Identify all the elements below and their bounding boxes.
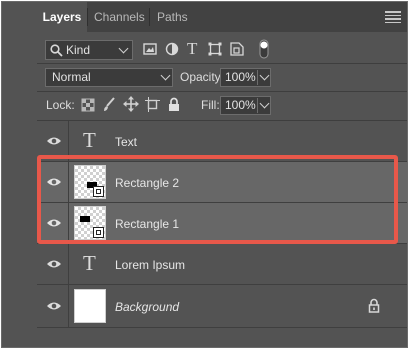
layer-name: Rectangle 1 — [115, 217, 180, 231]
type-filter-icon[interactable]: T — [187, 39, 197, 59]
lock-icon[interactable] — [368, 298, 380, 313]
tab-divider — [149, 8, 150, 26]
panel-tab-bar: Layers Channels Paths — [37, 2, 407, 32]
layer-name: Text — [115, 135, 138, 149]
layer-row-text[interactable]: T Text — [37, 121, 407, 162]
visibility-eye-icon[interactable] — [46, 136, 62, 146]
panel-empty-area — [37, 328, 407, 347]
layer-row-rectangle-2[interactable]: Rectangle 2 — [37, 162, 407, 203]
smart-object-filter-icon[interactable] — [230, 42, 244, 56]
text-layer-icon: T — [83, 128, 96, 152]
visibility-eye-icon[interactable] — [46, 218, 62, 228]
adjustment-filter-icon[interactable] — [165, 42, 179, 56]
image-filter-icon[interactable] — [143, 42, 157, 56]
thumbnail-shape — [80, 216, 90, 222]
filter-toggle-icon[interactable] — [259, 39, 269, 59]
layers-panel: Layers Channels Paths Kind T Normal Opac… — [37, 2, 407, 347]
blend-mode-value: Normal — [52, 70, 91, 84]
visibility-eye-icon[interactable] — [46, 177, 62, 187]
fill-value: 100% — [225, 98, 256, 112]
smart-object-icon — [93, 186, 104, 197]
search-icon — [50, 44, 63, 57]
layer-thumbnail — [74, 165, 106, 199]
layer-row-background[interactable]: Background — [37, 285, 407, 328]
layer-name: Lorem Ipsum — [115, 258, 186, 272]
visibility-eye-icon[interactable] — [46, 301, 62, 311]
eye-column-divider — [68, 203, 69, 243]
divider — [37, 91, 407, 92]
blend-mode-dropdown[interactable]: Normal — [45, 68, 173, 87]
chevron-down-icon — [160, 70, 171, 81]
tab-divider — [87, 8, 88, 26]
layer-thumbnail — [74, 206, 106, 240]
chevron-down-icon — [259, 98, 270, 109]
lock-transparent-pixels-icon[interactable] — [81, 98, 95, 112]
layer-row-rectangle-1[interactable]: Rectangle 1 — [37, 203, 407, 244]
opacity-field[interactable]: 100% — [220, 68, 271, 87]
chevron-down-icon — [259, 70, 270, 81]
lock-image-pixels-icon[interactable] — [102, 97, 116, 112]
filter-kind-dropdown[interactable]: Kind — [45, 40, 133, 60]
layer-name: Rectangle 2 — [115, 176, 180, 190]
lock-label: Lock: — [46, 98, 75, 112]
eye-column-divider — [68, 285, 69, 327]
lock-position-icon[interactable] — [123, 96, 139, 112]
fill-label: Fill: — [201, 98, 220, 112]
filter-kind-label: Kind — [66, 43, 91, 57]
fill-field[interactable]: 100% — [220, 96, 271, 115]
left-gutter — [2, 2, 37, 347]
text-layer-icon: T — [83, 251, 96, 275]
eye-column-divider — [68, 162, 69, 202]
eye-column-divider — [68, 244, 69, 284]
divider — [37, 63, 407, 64]
visibility-eye-icon[interactable] — [46, 259, 62, 269]
chevron-down-icon — [118, 43, 129, 54]
layer-row-lorem-ipsum[interactable]: T Lorem Ipsum — [37, 244, 407, 285]
lock-all-icon[interactable] — [168, 97, 180, 112]
shape-filter-icon[interactable] — [208, 42, 222, 56]
photoshop-layers-window: Layers Channels Paths Kind T Normal Opac… — [1, 1, 408, 348]
tab-layers[interactable]: Layers — [37, 2, 87, 32]
eye-column-divider — [68, 121, 69, 161]
tab-paths[interactable]: Paths — [157, 2, 197, 32]
opacity-value: 100% — [225, 70, 256, 84]
layer-thumbnail — [74, 289, 106, 323]
opacity-label: Opacity: — [180, 70, 225, 84]
smart-object-icon — [93, 227, 104, 238]
panel-menu-icon[interactable] — [385, 9, 401, 25]
tab-channels[interactable]: Channels — [94, 2, 148, 32]
lock-artboard-icon[interactable] — [145, 97, 160, 112]
layer-name: Background — [115, 300, 180, 314]
